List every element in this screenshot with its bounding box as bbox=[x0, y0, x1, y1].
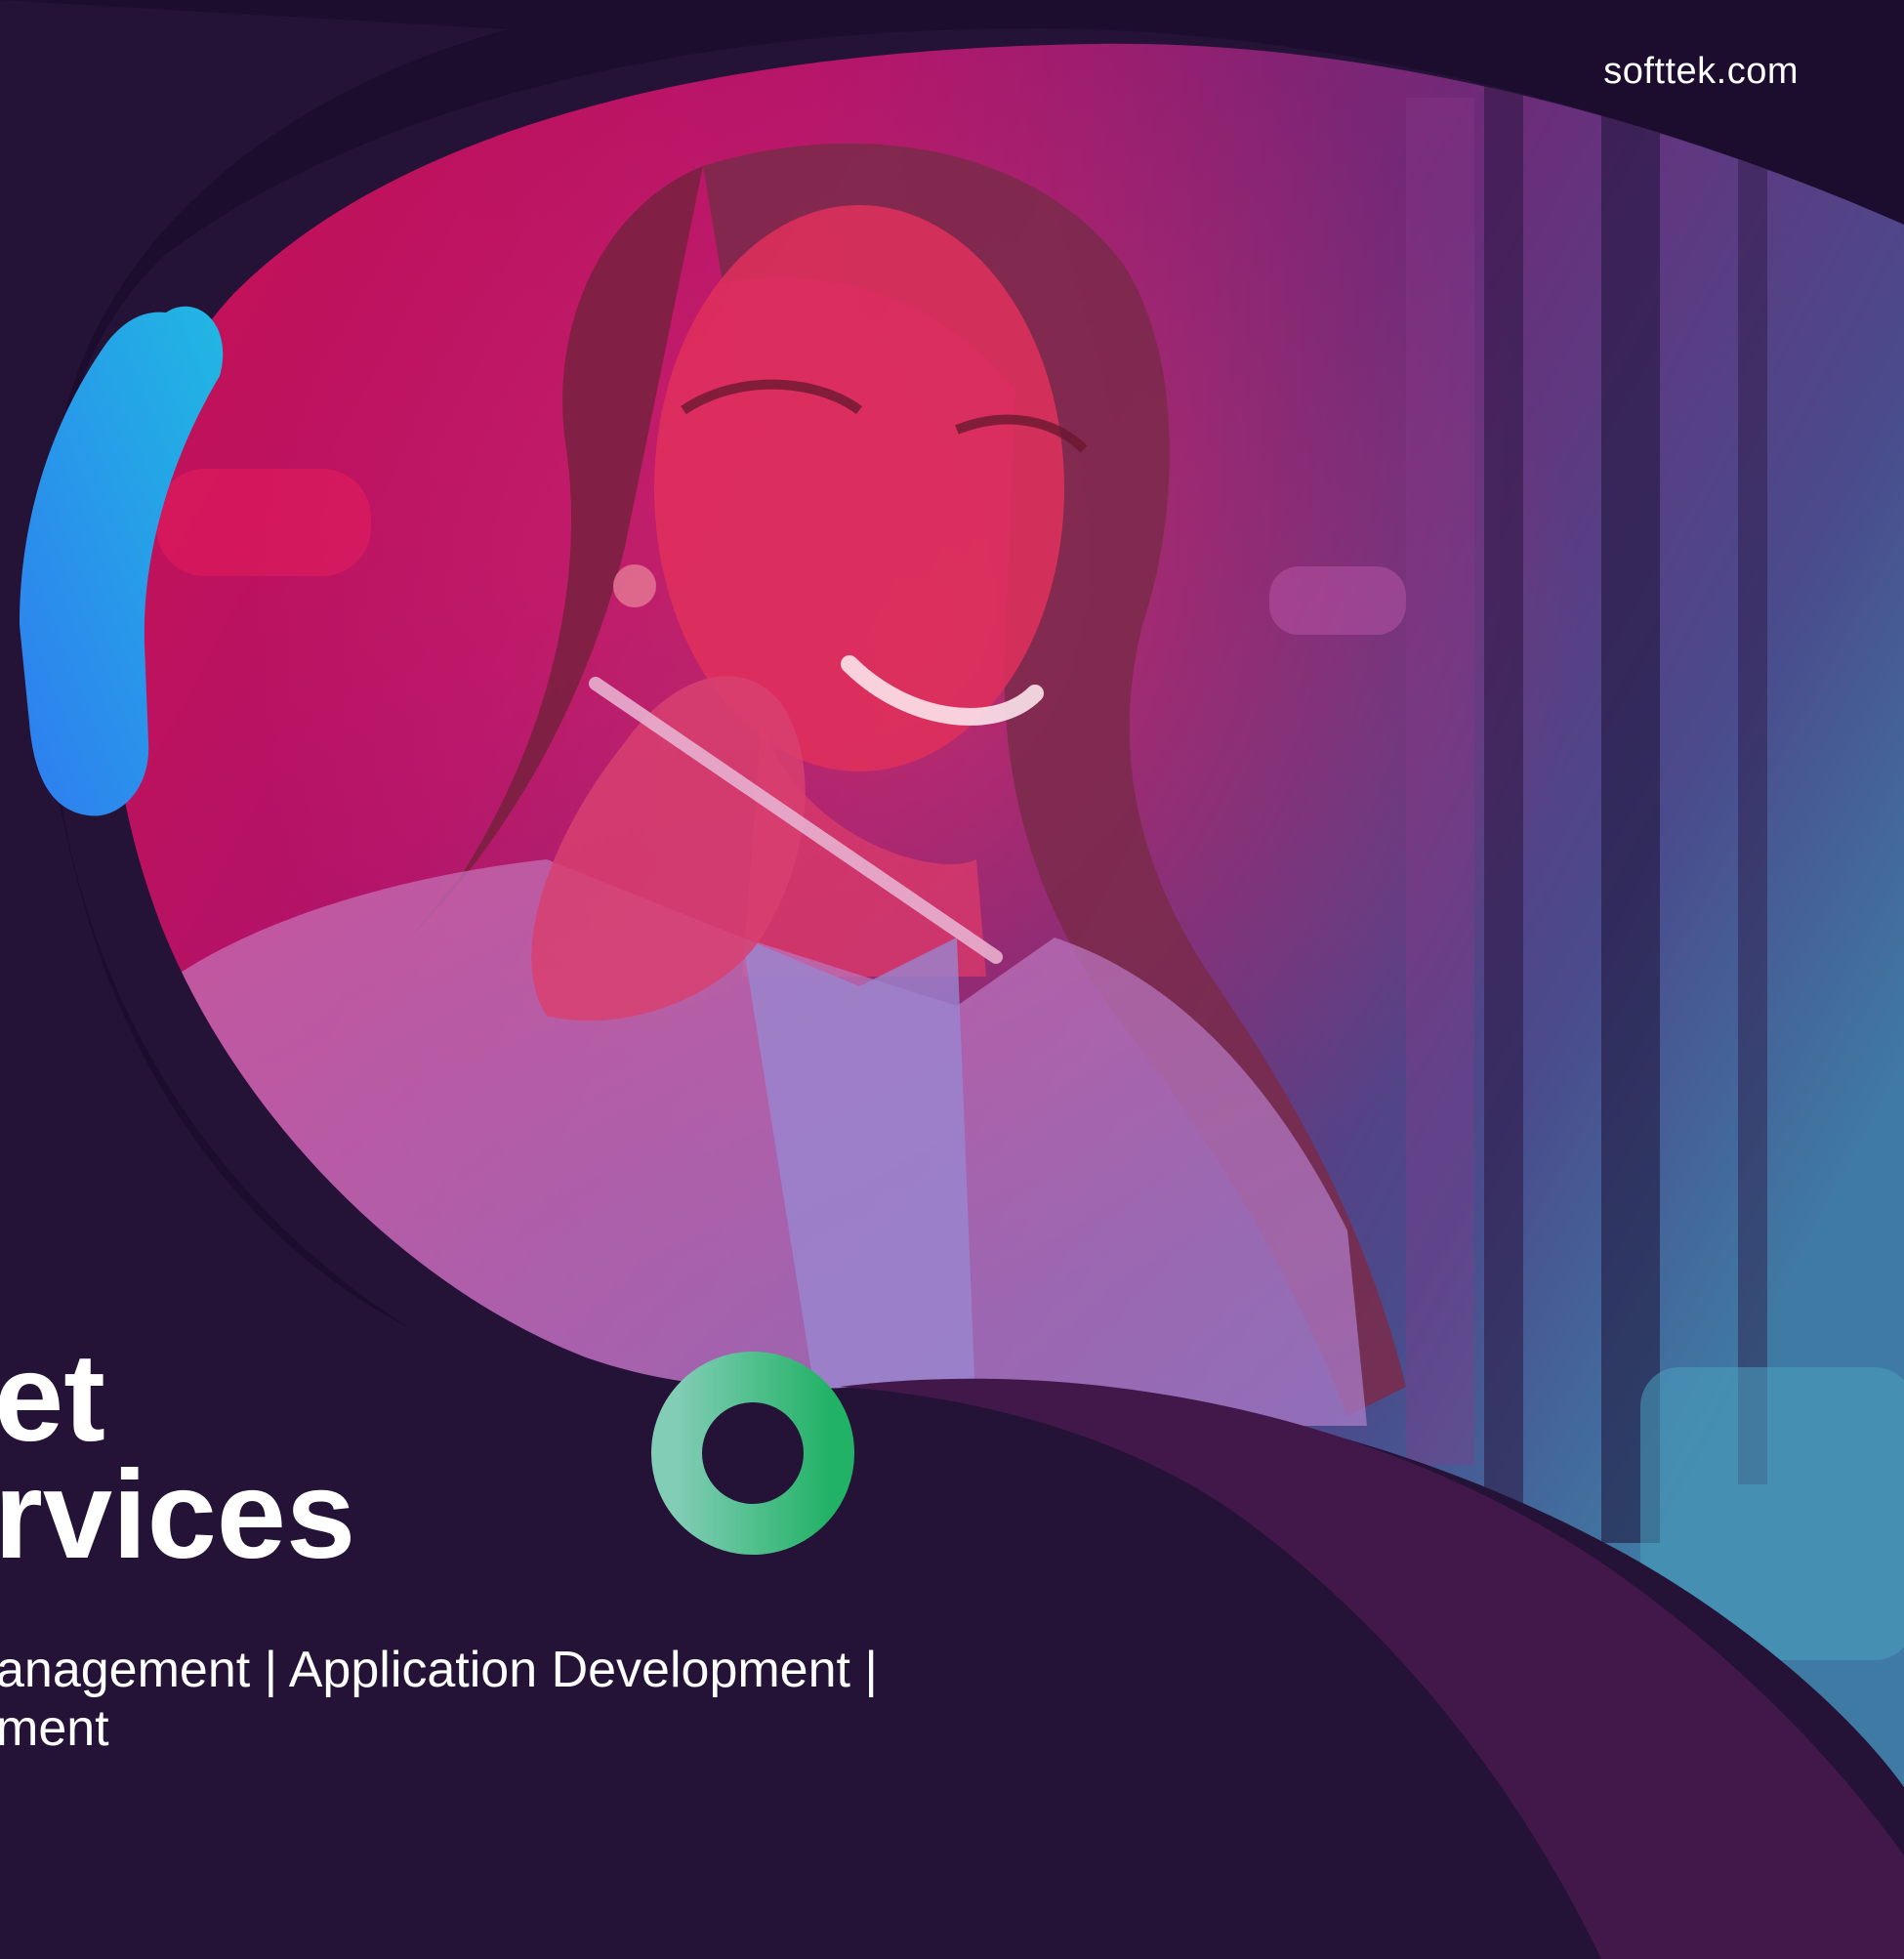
subtitle-line-2: ment bbox=[0, 1700, 109, 1757]
page-title: et rvices bbox=[0, 1336, 355, 1580]
promo-page: softtek.com et rvices anagement | Applic… bbox=[0, 0, 1904, 1959]
site-url-link[interactable]: softtek.com bbox=[1603, 51, 1799, 93]
title-line-2: rvices bbox=[0, 1445, 356, 1585]
subtitle-line-1: anagement | Application Development | bbox=[0, 1642, 878, 1698]
title-line-1: et bbox=[0, 1328, 105, 1468]
services-subtitle: anagement | Application Development | me… bbox=[0, 1641, 878, 1758]
